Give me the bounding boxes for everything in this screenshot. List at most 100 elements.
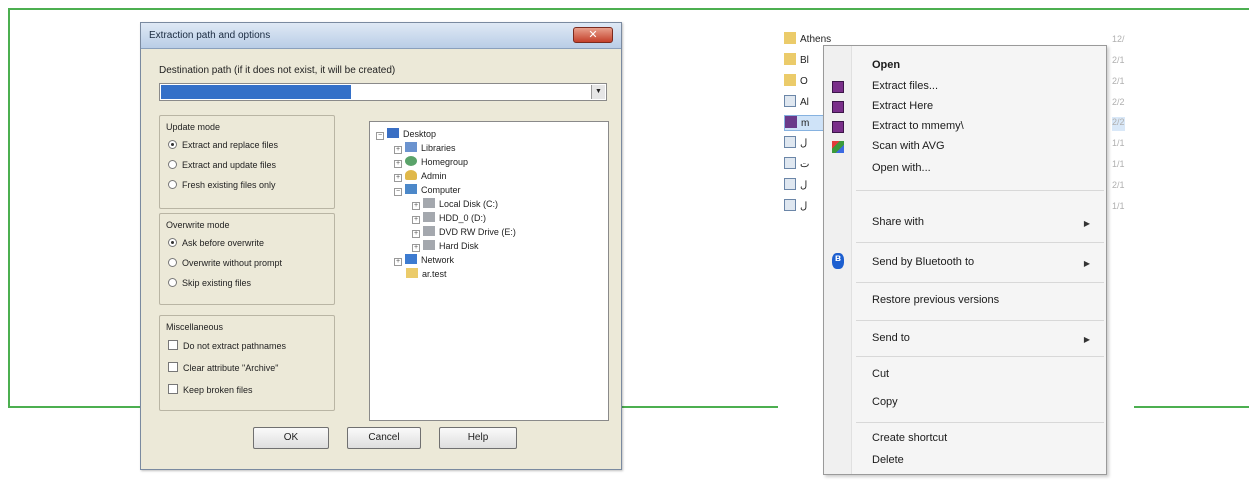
- file-row[interactable]: ل: [784, 199, 807, 215]
- expand-icon[interactable]: +: [394, 146, 402, 154]
- file-name: ل: [800, 180, 808, 191]
- radio-overwrite-without-prompt[interactable]: Overwrite without prompt: [168, 258, 282, 268]
- ok-button[interactable]: OK: [253, 427, 329, 449]
- menu-item-send-bluetooth[interactable]: Send by Bluetooth to: [872, 256, 974, 268]
- tree-label: Admin: [421, 171, 447, 181]
- radio-fresh-existing[interactable]: Fresh existing files only: [168, 180, 276, 190]
- check-clear-archive[interactable]: Clear attribute "Archive": [168, 362, 278, 373]
- menu-item-create-shortcut[interactable]: Create shortcut: [872, 432, 947, 444]
- menu-item-cut[interactable]: Cut: [872, 368, 889, 380]
- disk-icon: [423, 212, 435, 222]
- menu-item-open-with[interactable]: Open with...: [872, 162, 931, 174]
- frame-bottom-line-left: [8, 406, 140, 408]
- check-keep-broken[interactable]: Keep broken files: [168, 384, 253, 395]
- expand-icon[interactable]: +: [394, 258, 402, 266]
- menu-item-extract-here[interactable]: Extract Here: [872, 100, 933, 112]
- collapse-icon[interactable]: −: [376, 132, 384, 140]
- tree-label: Hard Disk: [439, 241, 479, 251]
- radio-ask-overwrite[interactable]: Ask before overwrite: [168, 238, 264, 248]
- checkbox: [168, 340, 178, 350]
- cancel-button[interactable]: Cancel: [347, 427, 421, 449]
- folder-icon: [784, 32, 796, 44]
- file-row[interactable]: Bl: [784, 53, 809, 69]
- extraction-dialog: Extraction path and options ✕ Destinatio…: [140, 22, 622, 470]
- expand-icon[interactable]: +: [412, 230, 420, 238]
- radio-indicator: [168, 180, 177, 189]
- bluetooth-icon: ʙ: [832, 253, 844, 269]
- winrar-icon: [832, 121, 844, 133]
- tree-node-homegroup[interactable]: + Homegroup: [394, 156, 468, 168]
- menu-item-scan-avg[interactable]: Scan with AVG: [872, 140, 945, 152]
- user-icon: [405, 170, 417, 180]
- menu-item-extract-files[interactable]: Extract files...: [872, 80, 938, 92]
- radio-extract-update[interactable]: Extract and update files: [168, 160, 276, 170]
- dialog-title: Extraction path and options: [149, 30, 271, 41]
- document-icon: [784, 178, 796, 190]
- date-cell: 1/1: [1112, 159, 1125, 169]
- expand-icon[interactable]: +: [412, 202, 420, 210]
- tree-node-network[interactable]: + Network: [394, 254, 454, 266]
- tree-node-computer[interactable]: − Computer: [394, 184, 461, 196]
- option-label: Extract and replace files: [182, 140, 279, 150]
- menu-item-send-to[interactable]: Send to: [872, 332, 910, 344]
- tree-node-hdd[interactable]: + HDD_0 (D:): [412, 212, 486, 224]
- disk-icon: [423, 240, 435, 250]
- menu-item-delete[interactable]: Delete: [872, 454, 904, 466]
- context-menu: Open Extract files... Extract Here Extra…: [823, 45, 1107, 475]
- menu-separator: [856, 282, 1104, 283]
- file-row[interactable]: ت: [784, 157, 809, 173]
- radio-skip-existing[interactable]: Skip existing files: [168, 278, 251, 288]
- tree-node-ar-test[interactable]: ar.test: [406, 268, 447, 279]
- tree-node-hard-disk[interactable]: + Hard Disk: [412, 240, 479, 252]
- menu-item-open[interactable]: Open: [872, 59, 900, 71]
- submenu-arrow-icon: ▶: [1083, 259, 1090, 268]
- document-icon: [784, 95, 796, 107]
- folder-tree[interactable]: − Desktop + Libraries + Homegroup + Admin − C…: [369, 121, 609, 421]
- file-row[interactable]: ل: [784, 178, 807, 194]
- radio-extract-replace[interactable]: Extract and replace files: [168, 140, 278, 150]
- document-icon: [784, 157, 796, 169]
- file-name: ل: [800, 138, 808, 149]
- date-cell: 2/1: [1112, 76, 1125, 86]
- tree-node-dvd[interactable]: + DVD RW Drive (E:): [412, 226, 516, 238]
- tree-node-libraries[interactable]: + Libraries: [394, 142, 456, 154]
- file-row[interactable]: O: [784, 74, 808, 90]
- desktop-icon: [387, 128, 399, 138]
- file-name: ل: [800, 201, 808, 212]
- destination-path-combo[interactable]: ▼: [159, 83, 607, 101]
- option-label: Clear attribute "Archive": [183, 363, 279, 373]
- file-row[interactable]: ل: [784, 136, 807, 152]
- menu-item-share-with[interactable]: Share with: [872, 216, 924, 228]
- chevron-down-icon: ▼: [595, 88, 602, 95]
- submenu-arrow-icon: ▶: [1083, 335, 1090, 344]
- tree-label: Homegroup: [421, 157, 469, 167]
- help-button[interactable]: Help: [439, 427, 517, 449]
- expand-icon[interactable]: +: [394, 160, 402, 168]
- menu-separator: [856, 190, 1104, 191]
- disk-icon: [423, 198, 435, 208]
- menu-item-restore-versions[interactable]: Restore previous versions: [872, 294, 999, 306]
- tree-node-admin[interactable]: + Admin: [394, 170, 447, 182]
- overwrite-mode-title: Overwrite mode: [166, 220, 230, 230]
- check-no-pathnames[interactable]: Do not extract pathnames: [168, 340, 286, 351]
- file-row[interactable]: Al: [784, 95, 809, 111]
- expand-icon[interactable]: +: [412, 244, 420, 252]
- close-icon: ✕: [588, 29, 598, 41]
- menu-item-copy[interactable]: Copy: [872, 396, 898, 408]
- combo-dropdown-button[interactable]: ▼: [591, 85, 605, 99]
- expand-icon[interactable]: +: [412, 216, 420, 224]
- option-label: Keep broken files: [183, 385, 253, 395]
- tree-node-desktop[interactable]: − Desktop: [376, 128, 436, 140]
- menu-item-extract-to[interactable]: Extract to mmemy\: [872, 120, 964, 132]
- file-name: Al: [800, 97, 809, 108]
- close-button[interactable]: ✕: [573, 27, 613, 43]
- file-name: m: [801, 118, 810, 129]
- tree-node-local-disk[interactable]: + Local Disk (C:): [412, 198, 498, 210]
- date-cell: 12/: [1112, 34, 1125, 44]
- file-row-selected[interactable]: m: [784, 115, 824, 131]
- date-cell: 2/1: [1112, 55, 1125, 65]
- folder-icon: [784, 53, 796, 65]
- expand-icon[interactable]: +: [394, 174, 402, 182]
- collapse-icon[interactable]: −: [394, 188, 402, 196]
- tree-label: Desktop: [403, 129, 437, 139]
